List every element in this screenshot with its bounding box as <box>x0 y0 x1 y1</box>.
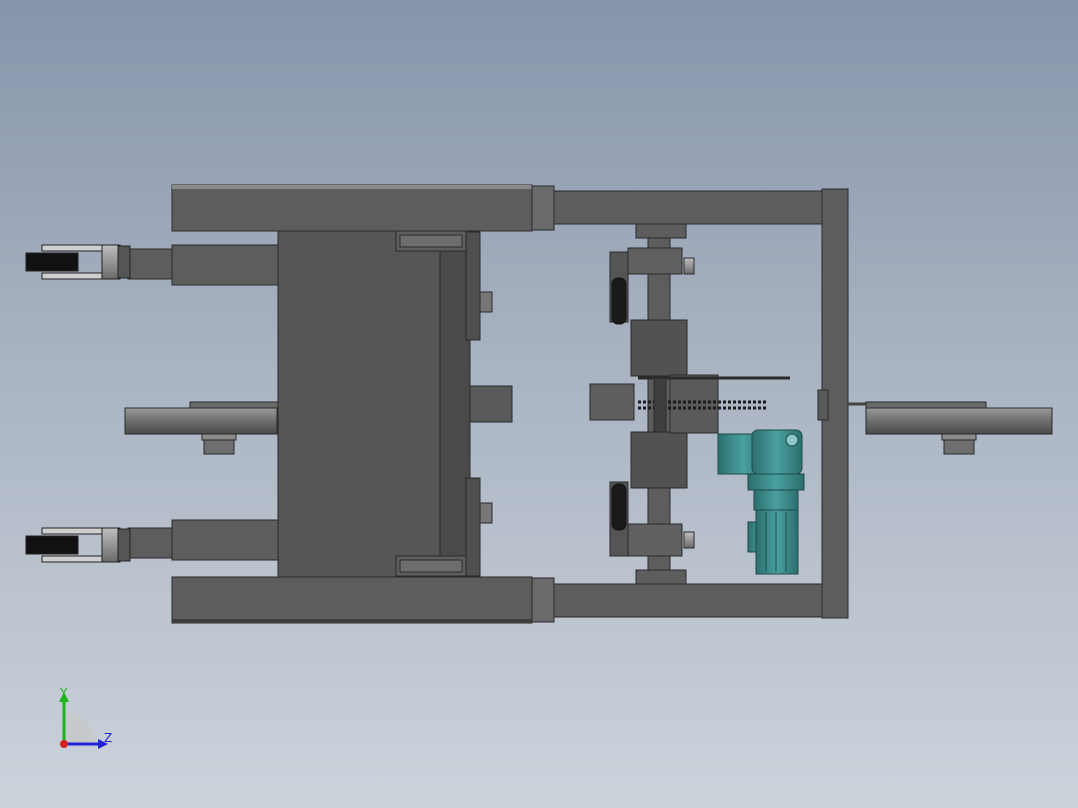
gear-motor[interactable] <box>717 429 805 575</box>
lower-castor[interactable] <box>25 527 131 563</box>
y-axis-label: Y <box>60 686 68 700</box>
chain-guard <box>669 374 719 434</box>
top-rear-rail <box>553 190 825 225</box>
top-rail-cap <box>531 185 555 231</box>
graphics-viewport[interactable]: Y Z <box>0 0 1078 808</box>
top-rail <box>171 184 533 232</box>
upper-arm <box>171 244 281 286</box>
upper-roller <box>630 319 688 377</box>
cad-model-view[interactable] <box>0 0 1078 808</box>
left-side-wheel[interactable] <box>124 401 279 455</box>
upper-castor[interactable] <box>25 244 131 280</box>
x-axis-dot <box>60 740 68 748</box>
right-side-wheel[interactable] <box>817 389 1053 455</box>
bottom-rail-cap <box>531 577 555 623</box>
bottom-rail <box>171 576 533 624</box>
triad-quadrant <box>64 712 96 744</box>
z-axis-label: Z <box>104 731 113 745</box>
orientation-triad: Y Z <box>40 682 130 762</box>
lower-arm <box>171 519 281 561</box>
bottom-rear-rail <box>553 583 825 618</box>
lower-roller <box>630 431 688 489</box>
